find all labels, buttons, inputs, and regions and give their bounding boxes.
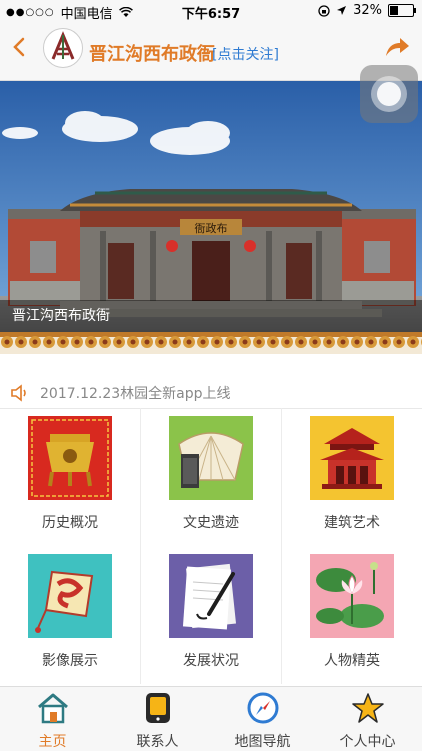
- contacts-icon: [146, 693, 170, 723]
- battery-fill: [390, 6, 398, 15]
- compass-icon: [247, 692, 279, 724]
- tab-profile[interactable]: 个人中心: [315, 687, 420, 751]
- tab-contacts[interactable]: 联系人: [105, 687, 210, 751]
- follow-link[interactable]: [点击关注]: [212, 44, 279, 64]
- grid-item-people[interactable]: 人物精英: [282, 546, 422, 684]
- assistive-touch-icon: [371, 76, 407, 112]
- grid-item-history[interactable]: 历史概况: [0, 408, 140, 546]
- speaker-icon: [11, 384, 26, 402]
- grid-item-label: 建筑艺术: [324, 515, 380, 531]
- battery-icon: [388, 4, 416, 17]
- announcement-bar[interactable]: 2017.12.23林园全新app上线: [0, 378, 422, 409]
- battery-percent: 32%: [353, 3, 382, 18]
- tab-label: 个人中心: [339, 734, 396, 750]
- rotation-lock-icon: [318, 4, 330, 17]
- share-button[interactable]: [384, 36, 410, 62]
- org-logo-icon: [45, 30, 81, 66]
- grid-item-label: 影像展示: [42, 653, 98, 669]
- assistive-touch-button[interactable]: [360, 65, 418, 123]
- feature-grid: 历史概况 文史遗迹 建筑艺术 影像展示 发展状况 人物精英: [0, 408, 422, 684]
- grid-item-architecture[interactable]: 建筑艺术: [282, 408, 422, 546]
- tab-home[interactable]: 主页: [0, 687, 105, 751]
- home-icon: [38, 693, 68, 724]
- banner-carousel[interactable]: 衙政布 晋江沟西布政衙: [0, 81, 422, 354]
- paper-brush-icon: [169, 554, 253, 638]
- tab-label: 主页: [38, 734, 67, 750]
- back-button[interactable]: [12, 36, 26, 63]
- star-icon: [352, 693, 384, 723]
- page-title: 晋江沟西布政衙: [89, 44, 215, 65]
- lantern-icon: [28, 554, 112, 638]
- share-arrow-icon: [386, 38, 409, 56]
- tab-label: 联系人: [136, 734, 179, 750]
- lotus-icon: [310, 554, 394, 638]
- banner-caption: 晋江沟西布政衙: [0, 300, 422, 332]
- location-arrow-icon: [337, 6, 347, 15]
- grid-item-label: 历史概况: [42, 515, 98, 531]
- grid-item-gallery[interactable]: 影像展示: [0, 546, 140, 684]
- announcement-text: 2017.12.23林园全新app上线: [40, 386, 231, 402]
- bottom-tab-bar: 主页 联系人 地图导航 个人中心: [0, 686, 422, 751]
- bronze-vessel-icon: [28, 416, 112, 500]
- scroll-fan-icon: [169, 416, 253, 500]
- app-header: 晋江沟西布政衙 [点击关注]: [0, 22, 422, 81]
- plaque-text: 衙政布: [195, 221, 228, 235]
- grid-item-relics[interactable]: 文史遗迹: [141, 408, 281, 546]
- grid-item-label: 发展状况: [183, 653, 239, 669]
- pavilion-icon: [310, 416, 394, 500]
- decorative-border: [0, 332, 422, 354]
- grid-item-development[interactable]: 发展状况: [141, 546, 281, 684]
- grid-item-label: 人物精英: [324, 653, 380, 669]
- status-bar: ●●○○○ 中国电信 下午6:57 32%: [0, 0, 422, 22]
- chevron-left-icon: [13, 37, 25, 57]
- grid-item-label: 文史遗迹: [183, 515, 239, 531]
- tab-label: 地图导航: [234, 734, 291, 750]
- org-logo: [43, 28, 83, 68]
- tab-map-navigation[interactable]: 地图导航: [210, 687, 315, 751]
